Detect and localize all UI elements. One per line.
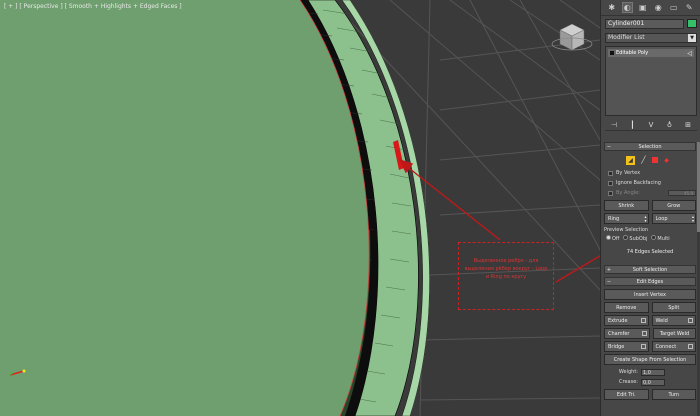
by-vertex-checkbox[interactable] (608, 170, 613, 176)
stack-item-bullet-icon (610, 51, 614, 55)
bridge-settings-icon[interactable] (640, 344, 646, 349)
configure-sets-icon[interactable]: ⊞ (683, 121, 693, 129)
shrink-grow-row: Shrink Grow (604, 200, 696, 211)
extrude-weld-row: Extrude Weld (604, 315, 696, 326)
polygon-mode-icon[interactable] (652, 157, 658, 163)
extrude-settings-icon[interactable] (640, 318, 646, 323)
create-shape-button[interactable]: Create Shape From Selection (604, 354, 696, 365)
pin-stack-icon[interactable]: ⊣ (609, 121, 619, 129)
viewport-scene[interactable] (0, 0, 600, 416)
insert-vertex-row: Insert Vertex (604, 289, 696, 300)
object-name-row: Cylinder001 (605, 19, 697, 29)
create-shape-row: Create Shape From Selection (604, 354, 696, 365)
extrude-button[interactable]: Extrude (604, 315, 649, 326)
viewport-label[interactable]: [ + ] [ Perspective ] [ Smooth + Highlig… (4, 3, 182, 10)
shrink-button[interactable]: Shrink (604, 200, 649, 211)
selection-rollout-header[interactable]: − Selection (604, 142, 696, 151)
object-name-field[interactable]: Cylinder001 (605, 19, 684, 29)
connect-settings-icon[interactable] (688, 344, 693, 349)
weight-spinner[interactable]: 1,0 (641, 368, 665, 376)
rollout-area: − Selection ◢ ╱ ◆ By Vertex Ignore Backf… (604, 142, 696, 402)
object-color-swatch[interactable] (687, 19, 697, 28)
weight-row: Weight: 1,0 (604, 367, 696, 377)
pin-icon[interactable]: ◁ (687, 50, 692, 57)
loop-button[interactable]: Loop ▴ ▾ (651, 213, 696, 224)
target-weld-button[interactable]: Target Weld (653, 328, 696, 339)
preview-selection-options: Off SubObj Multi (604, 233, 696, 243)
connect-button[interactable]: Connect (651, 341, 696, 352)
subobject-modes: ◢ ╱ ◆ (604, 154, 696, 166)
crease-label: Crease: (619, 379, 638, 385)
modifier-list-label: Modifier List (608, 34, 645, 41)
preview-off-radio[interactable]: Off (606, 234, 619, 242)
ring-button[interactable]: Ring ▴ ▾ (604, 213, 649, 224)
by-vertex-row[interactable]: By Vertex (604, 168, 696, 178)
view-cube-icon (551, 23, 593, 51)
remove-split-row: Remove Split (604, 302, 696, 313)
create-tab-icon[interactable]: ✱ (606, 2, 617, 13)
ring-spinner-icon[interactable]: ▴ ▾ (644, 215, 646, 223)
crease-row: Crease: 0,0 (604, 377, 696, 387)
modifier-list-dropdown[interactable]: Modifier List ▼ (605, 33, 697, 43)
collapse-icon: − (606, 278, 612, 285)
bridge-connect-row: Bridge Connect (604, 341, 696, 352)
soft-selection-rollout-header[interactable]: + Soft Selection (604, 265, 696, 274)
ring-loop-row: Ring ▴ ▾ Loop ▴ ▾ (604, 213, 696, 224)
chamfer-button[interactable]: Chamfer (604, 328, 650, 339)
chamfer-settings-icon[interactable] (642, 331, 647, 336)
chevron-down-icon[interactable]: ▼ (688, 34, 696, 42)
collapse-icon: − (606, 143, 612, 150)
cylinder-top-face (0, 0, 370, 416)
selection-count: 74 Edges Selected (626, 249, 674, 255)
perspective-viewport[interactable]: [ + ] [ Perspective ] [ Smooth + Highlig… (0, 0, 600, 416)
by-angle-checkbox[interactable] (608, 190, 613, 196)
preview-subobj-radio[interactable]: SubObj (623, 234, 647, 242)
turn-button[interactable]: Turn (651, 389, 696, 400)
edit-tri-button[interactable]: Edit Tri. (604, 389, 649, 400)
remove-button[interactable]: Remove (604, 302, 649, 313)
tri-turn-row: Edit Tri. Turn (604, 389, 696, 400)
display-tab-icon[interactable]: ▭ (668, 2, 679, 13)
annotation-text: Выделенное ребро - для выделения рёбер в… (464, 258, 548, 280)
radio-off-icon (651, 234, 657, 240)
remove-modifier-icon[interactable]: ♁ (665, 121, 675, 129)
vertex-mode-icon[interactable]: ◢ (626, 155, 635, 165)
grow-button[interactable]: Grow (651, 200, 696, 211)
edit-edges-rollout-header[interactable]: − Edit Edges (604, 277, 696, 286)
weld-settings-icon[interactable] (688, 318, 693, 323)
stack-item-editable-poly[interactable]: Editable Poly ◁ (608, 49, 694, 57)
by-angle-spinner[interactable]: 45.0 (668, 190, 696, 196)
ignore-backfacing-row[interactable]: Ignore Backfacing (604, 178, 696, 188)
make-unique-icon[interactable]: Ⅴ (646, 121, 656, 129)
ignore-backfacing-checkbox[interactable] (608, 180, 613, 186)
weld-button[interactable]: Weld (651, 315, 696, 326)
bridge-button[interactable]: Bridge (604, 341, 649, 352)
show-end-result-icon[interactable]: ┃ (628, 121, 638, 129)
utilities-tab-icon[interactable]: ✎ (684, 2, 695, 13)
crease-spinner[interactable]: 0,0 (641, 378, 665, 386)
chamfer-targetweld-row: Chamfer Target Weld (604, 328, 696, 339)
split-button[interactable]: Split (651, 302, 696, 313)
annotation-note: Выделенное ребро - для выделения рёбер в… (458, 242, 554, 310)
stack-item-label: Editable Poly (616, 50, 649, 56)
edge-mode-icon[interactable]: ╱ (639, 156, 648, 165)
weight-label: Weight: (618, 369, 638, 375)
insert-vertex-button[interactable]: Insert Vertex (604, 289, 696, 300)
element-mode-icon[interactable]: ◆ (662, 156, 671, 165)
motion-tab-icon[interactable]: ◉ (653, 2, 664, 13)
modify-tab-icon[interactable]: ◐ (621, 2, 633, 13)
radio-off-icon (623, 234, 629, 240)
expand-icon: + (606, 266, 612, 273)
stack-toolbar: ⊣ ┃ Ⅴ ♁ ⊞ (605, 119, 697, 131)
command-panel-tabs: ✱ ◐ ▣ ◉ ▭ ✎ (601, 0, 700, 16)
hierarchy-tab-icon[interactable]: ▣ (637, 2, 648, 13)
loop-spinner-icon[interactable]: ▴ ▾ (692, 215, 694, 223)
modifier-stack[interactable]: Editable Poly ◁ (605, 46, 697, 116)
by-angle-row[interactable]: By Angle: 45.0 (604, 188, 696, 198)
radio-on-icon (606, 234, 611, 240)
preview-multi-radio[interactable]: Multi (651, 234, 670, 242)
